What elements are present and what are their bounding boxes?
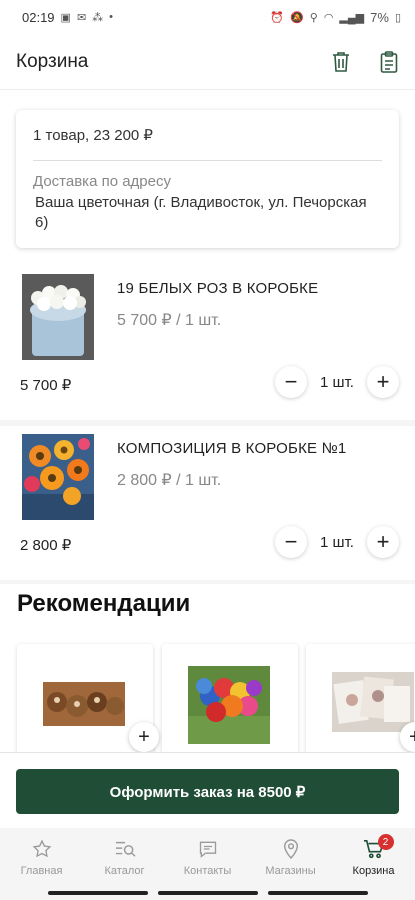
item-unit-price: 2 800 ₽ / 1 шт. xyxy=(117,472,222,489)
image-notification-icon: ▣ xyxy=(60,11,71,24)
mail-notification-icon: ✉ xyxy=(76,11,87,24)
increase-button[interactable]: + xyxy=(367,526,399,558)
checkout-bar: Оформить заказ на 8500 ₽ xyxy=(0,752,415,829)
item-quantity: 1 шт. xyxy=(320,373,354,391)
catalog-search-icon xyxy=(114,837,136,861)
signal-icon: ▂▄▆ xyxy=(339,11,365,24)
item-unit-price: 5 700 ₽ / 1 шт. xyxy=(117,312,222,329)
clipboard-icon[interactable] xyxy=(377,50,401,74)
item-total: 5 700 ₽ xyxy=(20,377,72,394)
recommendations-section: Рекомендации + xyxy=(0,584,415,752)
recommendation-card[interactable] xyxy=(162,644,298,752)
gerbera-box-image[interactable] xyxy=(22,434,94,520)
nav-label: Контакты xyxy=(183,865,232,877)
status-bar: 02:19 ▣ ✉ ⁂ • ⏰ 🔕 ⚲ ◠ ▂▄▆ 7% ▯ xyxy=(0,0,415,34)
nav-tab-stores[interactable]: Магазины xyxy=(249,828,332,886)
dot-notification-icon: • xyxy=(109,11,114,23)
wifi-icon: ◠ xyxy=(323,11,334,24)
item-name[interactable]: КОМПОЗИЦИЯ В КОРОБКЕ №1 xyxy=(117,440,346,457)
quantity-stepper: − 1 шт. + xyxy=(275,526,399,558)
plus-icon: + xyxy=(376,529,390,554)
recommendation-card[interactable]: + xyxy=(306,644,415,752)
decrease-button[interactable]: − xyxy=(275,526,307,558)
map-pin-icon xyxy=(282,837,300,861)
recommendations-title: Рекомендации xyxy=(17,590,191,617)
network-notification-icon: ⁂ xyxy=(92,11,104,24)
nav-label: Каталог xyxy=(104,865,145,877)
plus-icon: + xyxy=(409,726,415,749)
add-to-cart-button[interactable]: + xyxy=(129,722,159,752)
alarm-icon: ⏰ xyxy=(270,11,285,24)
status-time: 02:19 xyxy=(22,9,55,25)
quantity-stepper: − 1 шт. + xyxy=(275,366,399,398)
plus-icon: + xyxy=(138,725,150,748)
nav-label: Корзина xyxy=(352,865,395,877)
location-icon: ⚲ xyxy=(309,11,318,24)
gesture-handle[interactable] xyxy=(157,891,258,895)
bottom-navigation: Главная Каталог Контакты Магазины 2 Корз… xyxy=(0,828,415,886)
delivery-address: Ваша цветочная (г. Владивосток, ул. Печо… xyxy=(35,194,367,231)
star-icon xyxy=(32,837,52,861)
gesture-handle[interactable] xyxy=(47,891,148,895)
cart-badge: 2 xyxy=(377,834,394,850)
nav-label: Магазины xyxy=(265,865,316,877)
app-bar: Корзина xyxy=(0,34,415,90)
checkout-button[interactable]: Оформить заказ на 8500 ₽ xyxy=(16,769,399,814)
plus-icon: + xyxy=(376,369,390,394)
recommendation-card[interactable]: + xyxy=(17,644,159,752)
divider xyxy=(33,160,382,161)
order-summary-card: 1 товар, 23 200 ₽ Доставка по адресу Ваш… xyxy=(16,110,399,248)
minus-icon: − xyxy=(284,529,298,554)
cart-item: 19 БЕЛЫХ РОЗ В КОРОБКЕ 5 700 ₽ / 1 шт. 5… xyxy=(0,266,415,420)
page-title: Корзина xyxy=(16,50,89,72)
cart-item: КОМПОЗИЦИЯ В КОРОБКЕ №1 2 800 ₽ / 1 шт. … xyxy=(0,426,415,580)
decrease-button[interactable]: − xyxy=(275,366,307,398)
system-gesture-bar xyxy=(0,886,415,900)
roses-box-image[interactable] xyxy=(22,274,94,360)
battery-level: 7% xyxy=(370,9,389,25)
minus-icon: − xyxy=(284,369,298,394)
nav-tab-home[interactable]: Главная xyxy=(0,828,83,886)
nav-label: Главная xyxy=(20,865,63,877)
item-quantity: 1 шт. xyxy=(320,533,354,551)
chat-icon xyxy=(198,837,218,861)
item-total: 2 800 ₽ xyxy=(20,537,72,554)
increase-button[interactable]: + xyxy=(367,366,399,398)
nav-tab-catalog[interactable]: Каталог xyxy=(83,828,166,886)
cards-image xyxy=(332,672,414,737)
teddy-bears-image xyxy=(43,682,125,731)
gesture-handle[interactable] xyxy=(267,891,368,895)
trash-icon[interactable] xyxy=(329,50,353,74)
nav-tab-cart[interactable]: 2 Корзина xyxy=(332,828,415,886)
silent-icon: 🔕 xyxy=(290,11,304,24)
nav-tab-contacts[interactable]: Контакты xyxy=(166,828,249,886)
item-name[interactable]: 19 БЕЛЫХ РОЗ В КОРОБКЕ xyxy=(117,280,318,297)
balloons-image xyxy=(188,666,270,749)
cart-content[interactable]: 1 товар, 23 200 ₽ Доставка по адресу Ваш… xyxy=(0,90,415,752)
delivery-label: Доставка по адресу xyxy=(33,173,171,190)
order-count-total: 1 товар, 23 200 ₽ xyxy=(33,127,153,144)
battery-icon: ▯ xyxy=(394,11,401,24)
